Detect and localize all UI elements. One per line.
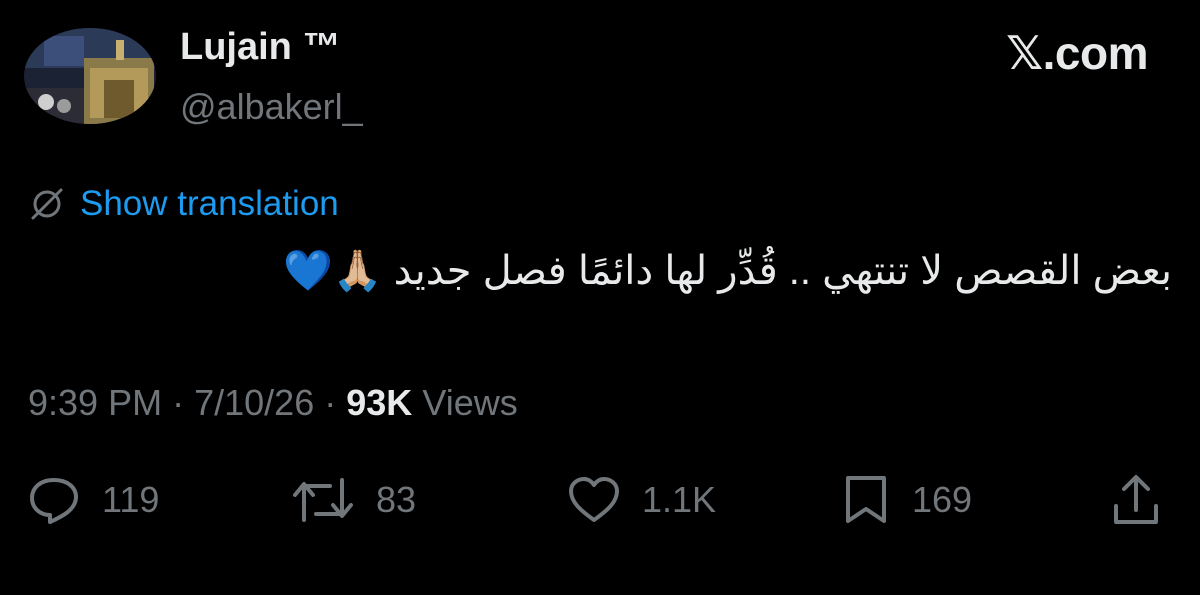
share-icon [1108, 472, 1164, 528]
repost-icon [290, 474, 356, 526]
show-translation-row[interactable]: Show translation [28, 180, 339, 228]
show-translation-link[interactable]: Show translation [80, 184, 339, 224]
bookmark-count: 169 [912, 479, 973, 520]
avatar[interactable] [24, 28, 156, 124]
brand-logo: 𝕏.com [1006, 27, 1148, 79]
like-count: 1.1K [642, 479, 717, 520]
tweet-meta: 9:39 PM · 7/10/26 · 93K Views [28, 382, 518, 424]
action-bar: 119 83 1.1K 169 [0, 470, 1200, 530]
share-button[interactable] [1108, 470, 1164, 530]
translate-icon [28, 185, 66, 223]
heart-icon [566, 474, 622, 526]
tweet-text: بعض القصص لا تنتهي .. قُدِّر لها دائمًا … [282, 249, 1172, 293]
tweet-date[interactable]: 7/10/26 [194, 382, 314, 423]
bookmark-button[interactable]: 169 [840, 470, 972, 530]
meta-separator: · [172, 382, 185, 423]
views-count: 93K [346, 382, 413, 423]
author-handle[interactable]: @albakerl_ [180, 86, 363, 128]
repost-count: 83 [376, 479, 417, 520]
avatar-image [24, 28, 156, 124]
meta-separator: · [324, 382, 337, 423]
repost-button[interactable]: 83 [290, 470, 416, 530]
views-label: Views [422, 382, 518, 423]
author-display-name[interactable]: Lujain ™ [180, 26, 340, 69]
tweet-time[interactable]: 9:39 PM [28, 382, 162, 423]
like-button[interactable]: 1.1K [566, 470, 716, 530]
reply-count: 119 [102, 479, 160, 520]
reply-button[interactable]: 119 [26, 470, 159, 530]
bookmark-icon [840, 473, 892, 527]
reply-icon [26, 474, 82, 526]
